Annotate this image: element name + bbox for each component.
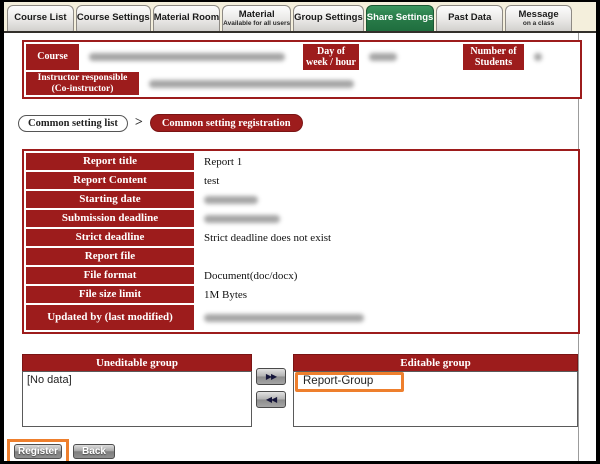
tab-past-data[interactable]: Past Data: [436, 5, 504, 31]
list-item-report-group[interactable]: Report-Group: [301, 374, 375, 388]
students-value-redacted: [526, 44, 578, 70]
tab-share-settings[interactable]: Share Settings: [365, 5, 435, 31]
list-item-no-data: [No data]: [27, 374, 72, 386]
tab-course-settings[interactable]: Course Settings: [75, 5, 151, 31]
course-value-redacted: [81, 44, 301, 70]
group-transfer-controls: ▶▶ ◀◀: [256, 368, 290, 408]
uneditable-group-panel: Uneditable group [No data]: [22, 354, 252, 427]
starting-date-label: Starting date: [26, 191, 194, 208]
tab-material-all-users[interactable]: Material Available for all users: [222, 5, 292, 31]
move-to-uneditable-button[interactable]: ◀◀: [256, 391, 286, 408]
tab-sublabel: on a class: [522, 20, 555, 28]
submission-deadline-value-redacted: [196, 210, 576, 227]
instructor-label: Instructor responsible (Co-instructor): [26, 72, 139, 96]
tab-label: Material Room: [153, 12, 220, 24]
table-row: File format Document(doc/docx): [26, 267, 576, 284]
register-button[interactable]: Register: [14, 444, 62, 459]
report-settings-table: Report title Report 1 Report Content tes…: [22, 149, 580, 334]
tab-bar: Course List Course Settings Material Roo…: [4, 2, 596, 33]
lms-window: Course List Course Settings Material Roo…: [4, 2, 596, 461]
updated-by-value-redacted: [196, 305, 576, 330]
tab-label: Course List: [14, 12, 67, 24]
table-row: Report Content test: [26, 172, 576, 189]
table-row: Report file: [26, 248, 576, 265]
breadcrumb: Common setting list > Common setting reg…: [18, 114, 303, 132]
report-file-label: Report file: [26, 248, 194, 265]
common-setting-list-button[interactable]: Common setting list: [18, 114, 128, 132]
report-content-label: Report Content: [26, 172, 194, 189]
register-highlight-annotation: Register: [7, 439, 69, 461]
tab-message-on-a-class[interactable]: Message on a class: [505, 5, 572, 31]
submission-deadline-label: Submission deadline: [26, 210, 194, 227]
tab-course-list[interactable]: Course List: [7, 5, 74, 31]
strict-deadline-label: Strict deadline: [26, 229, 194, 246]
instructor-value-redacted: [141, 72, 578, 96]
common-setting-registration-badge: Common setting registration: [149, 114, 303, 132]
uneditable-group-list[interactable]: [No data]: [22, 371, 252, 427]
file-size-limit-value: 1M Bytes: [196, 286, 576, 303]
file-size-limit-label: File size limit: [26, 286, 194, 303]
tab-material-room[interactable]: Material Room: [152, 5, 221, 31]
updated-by-label: Updated by (last modified): [26, 305, 194, 330]
table-row: File size limit 1M Bytes: [26, 286, 576, 303]
file-format-label: File format: [26, 267, 194, 284]
move-to-editable-button[interactable]: ▶▶: [256, 368, 286, 385]
course-info-table: Course Day of week / hour Number of Stud…: [22, 40, 582, 100]
chevron-right-icon: >: [134, 115, 143, 130]
back-button[interactable]: Back: [73, 444, 115, 459]
uneditable-group-title: Uneditable group: [22, 354, 252, 371]
starting-date-value-redacted: [196, 191, 576, 208]
editable-group-list[interactable]: Report-Group: [293, 371, 578, 427]
report-group-highlight-annotation: Report-Group: [295, 372, 405, 392]
table-row: Starting date: [26, 191, 576, 208]
strict-deadline-value: Strict deadline does not exist: [196, 229, 576, 246]
tab-group-settings[interactable]: Group Settings: [293, 5, 364, 31]
tab-label: Share Settings: [366, 12, 434, 24]
course-label: Course: [26, 44, 79, 70]
editable-group-panel: Editable group Report-Group: [293, 354, 578, 427]
tab-sublabel: Available for all users: [223, 20, 291, 28]
file-format-value: Document(doc/docx): [196, 267, 576, 284]
table-row: Updated by (last modified): [26, 305, 576, 330]
day-of-week-label: Day of week / hour: [303, 44, 359, 70]
editable-group-title: Editable group: [293, 354, 578, 371]
tab-label: Past Data: [448, 12, 492, 24]
table-row: Report title Report 1: [26, 153, 576, 170]
table-row: Strict deadline Strict deadline does not…: [26, 229, 576, 246]
report-title-label: Report title: [26, 153, 194, 170]
report-title-value: Report 1: [196, 153, 576, 170]
students-label: Number of Students: [463, 44, 524, 70]
report-file-value: [196, 248, 576, 265]
table-row: Submission deadline: [26, 210, 576, 227]
tab-label: Course Settings: [76, 12, 150, 24]
day-of-week-value-redacted: [361, 44, 461, 70]
tab-label: Material: [238, 8, 275, 20]
report-content-value: test: [196, 172, 576, 189]
tab-label: Message: [518, 8, 559, 20]
tab-label: Group Settings: [294, 12, 363, 24]
